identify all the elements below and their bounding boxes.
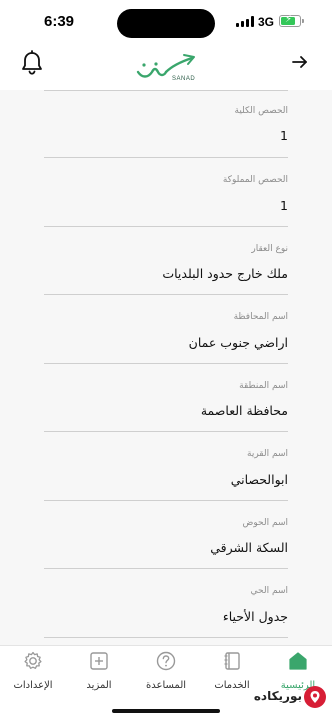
field-total-shares: الحصص الكلية 1 [44,90,288,158]
field-value: 1 [280,198,288,213]
watermark-logo-icon [304,686,326,708]
field-label: اسم المحافظة [233,312,288,322]
tab-settings[interactable]: الإعدادات [3,650,63,694]
dynamic-island [117,9,215,38]
home-indicator [112,709,220,713]
watermark: بوريكاده [252,686,328,712]
field-value: جدول الأحياء [222,609,288,624]
field-value: السكة الشرقي [210,540,288,555]
field-value: 1 [280,128,288,143]
charging-bolt-icon: ⚡ [285,14,293,25]
status-bar: 6:39 3G ⚡ [0,0,332,44]
plus-square-icon [90,652,108,670]
signal-icon [236,16,254,27]
field-label: الحصص المملوكة [222,175,288,185]
field-label: الحصص الكلية [234,106,288,116]
gear-icon [24,651,42,669]
arrow-right-icon[interactable] [290,52,310,72]
field-value: اراضي جنوب عمان [188,335,288,350]
field-village-name: اسم القرية ابوالحصاني [44,432,288,501]
tab-help[interactable]: المساعدة [136,650,196,694]
battery-cap [302,19,304,23]
field-value: ابوالحصاني [230,472,288,487]
field-label: نوع العقار [251,244,288,254]
field-label: اسم القرية [247,449,288,459]
question-circle-icon [156,651,176,671]
tab-label: المساعدة [145,680,187,691]
watermark-text: بوريكاده [253,689,302,703]
app-header: SANAD [0,44,332,90]
field-label: اسم الحي [250,586,288,596]
battery-icon: ⚡ [279,14,301,27]
field-governorate-name: اسم المحافظة اراضي جنوب عمان [44,295,288,364]
home-icon [289,652,307,670]
network-type: 3G [258,15,275,29]
field-basin-name: اسم الحوض السكة الشرقي [44,501,288,569]
tab-label: الإعدادات [13,680,53,691]
field-area-name: اسم المنطقة محافظة العاصمة [44,364,288,432]
book-icon [224,652,240,670]
logo-caption: SANAD [172,76,196,82]
field-label: اسم الحوض [242,518,288,528]
sanad-logo [136,54,195,78]
field-label: اسم المنطقة [239,381,288,391]
tab-more[interactable]: المزيد [69,650,129,694]
field-value: ملك خارج حدود البلديات [162,266,288,281]
field-value: محافظة العاصمة [200,403,288,418]
field-property-type: نوع العقار ملك خارج حدود البلديات [44,227,288,295]
tab-label: المزيد [86,680,112,691]
field-owned-shares: الحصص المملوكة 1 [44,158,288,227]
bell-icon[interactable] [20,50,44,76]
field-neighborhood-name: اسم الحي جدول الأحياء [44,569,288,638]
property-details-list[interactable]: الحصص الكلية 1 الحصص المملوكة 1 نوع العق… [0,90,332,645]
status-time: 6:39 [44,13,75,30]
